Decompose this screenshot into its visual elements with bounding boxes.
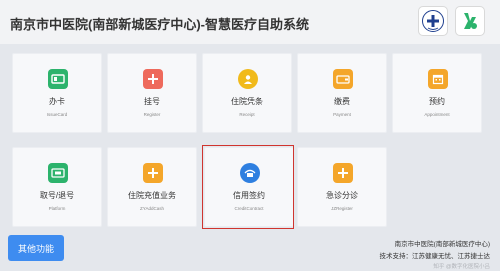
person-icon — [238, 69, 258, 89]
selection-highlight — [202, 145, 294, 229]
wallet-icon — [333, 69, 353, 89]
tile-sublabel: Receipt — [239, 112, 255, 117]
tile-label: 挂号 — [144, 97, 160, 106]
plus-icon — [333, 163, 353, 183]
tile-sublabel: Platform — [48, 206, 66, 211]
tile-payment[interactable]: 缴费 Payment — [297, 53, 387, 133]
card-icon — [48, 69, 68, 89]
footer-tech-support: 技术支持：江苏健康无忧、江苏捷士达 — [379, 253, 491, 260]
tile-platform[interactable]: 取号/退号 Platform — [12, 147, 102, 227]
footer-hospital-name: 南京市中医院(南部新城医疗中心) — [394, 241, 490, 248]
other-functions-button[interactable]: 其他功能 — [8, 235, 64, 261]
page-title: 南京市中医院(南部新城医疗中心)-智慧医疗自助系统 — [10, 17, 309, 32]
tile-issue-card[interactable]: 办卡 IssueCard — [12, 53, 102, 133]
brand-hand-logo — [455, 6, 485, 36]
tile-label: 急诊分诊 — [326, 191, 358, 200]
tile-label: 住院充值业务 — [128, 191, 176, 200]
tile-label: 住院凭条 — [231, 97, 263, 106]
tile-sublabel: Register — [143, 112, 161, 117]
tile-sublabel: ZYAddCash — [140, 206, 164, 211]
tile-appointment[interactable]: 预约 Appointment — [392, 53, 482, 133]
tile-label: 办卡 — [49, 97, 65, 106]
tile-sublabel: JZRegister — [331, 206, 353, 211]
tile-label: 预约 — [429, 97, 445, 106]
tile-sublabel: IssueCard — [46, 112, 68, 117]
tile-jz-register[interactable]: 急诊分诊 JZRegister — [297, 147, 387, 227]
plus-icon — [143, 163, 163, 183]
tile-sublabel: Appointment — [424, 112, 450, 117]
app-header: 南京市中医院(南部新城医疗中心)-智慧医疗自助系统 — [0, 0, 500, 44]
hospital-seal-logo — [418, 6, 448, 36]
plus-icon — [143, 69, 163, 89]
tile-zy-add-cash[interactable]: 住院充值业务 ZYAddCash — [107, 147, 197, 227]
footer-watermark: 知乎 @数字化医院小吕 — [433, 264, 490, 270]
tile-label: 缴费 — [334, 97, 350, 106]
tile-receipt[interactable]: 住院凭条 Receipt — [202, 53, 292, 133]
tile-register[interactable]: 挂号 Register — [107, 53, 197, 133]
ticket-icon — [48, 163, 68, 183]
tile-label: 取号/退号 — [39, 191, 75, 200]
calendar-icon — [428, 69, 448, 89]
tile-sublabel: Payment — [333, 112, 351, 117]
